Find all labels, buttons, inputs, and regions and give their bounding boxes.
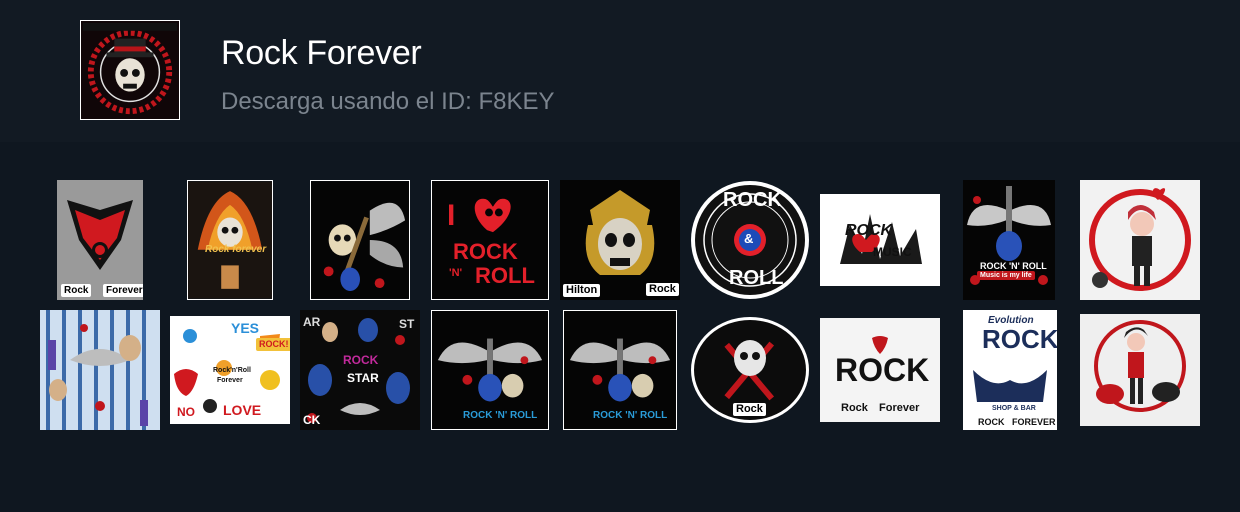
- sticker-label: Rock forever: [205, 244, 267, 255]
- sticker-rock-n-roll-wings-2[interactable]: ROCK 'N' ROLL: [563, 310, 677, 430]
- skull-pattern-icon: [40, 310, 160, 430]
- pack-title: Rock Forever: [221, 34, 422, 72]
- sticker-label: NO: [177, 405, 195, 419]
- sticker-label: Rock: [646, 283, 679, 296]
- sticker-label: 'N': [449, 267, 463, 279]
- pack-download-id: Descarga usando el ID: F8KEY: [221, 88, 555, 115]
- sticker-label: FOREVER: [1012, 417, 1056, 427]
- sticker-viking-skull[interactable]: Hilton Rock: [560, 180, 680, 300]
- sticker-rock-and-roll-record[interactable]: ROCK & ROLL: [690, 180, 810, 300]
- sticker-label: AR: [303, 315, 321, 329]
- sticker-label: ROLL: [729, 267, 784, 289]
- sticker-rock-music[interactable]: ROCK MUSIC: [820, 194, 940, 286]
- sticker-label: Hilton: [563, 284, 601, 297]
- sticker-label: I: [447, 199, 456, 232]
- rock-hand-icon: [820, 194, 940, 286]
- skull-guitar-wings-icon: [311, 181, 409, 299]
- sticker-label: Forever: [217, 377, 243, 384]
- sticker-label: ROCK: [982, 324, 1057, 354]
- sticker-label: CK: [303, 413, 321, 427]
- sticker-label: Rock: [733, 403, 766, 416]
- skull-top-hat-icon: [81, 21, 179, 119]
- sticker-drummer-girl[interactable]: [1080, 314, 1200, 426]
- sticker-label: Music is my life: [977, 271, 1035, 280]
- sticker-pattern-skulls[interactable]: [40, 310, 160, 430]
- sticker-label: ROCK: [453, 239, 518, 264]
- sticker-label: ROCK 'N' ROLL: [463, 410, 538, 421]
- sticker-rocker-girl[interactable]: [1080, 180, 1200, 300]
- sticker-label: MUSIC: [873, 245, 912, 259]
- sticker-grid: Rock Forever Rock forever I ROCK 'N' ROL…: [0, 142, 1240, 512]
- sticker-label: ROCK: [343, 353, 379, 367]
- sticker-label: &: [744, 231, 754, 246]
- sticker-rock-forever-pick[interactable]: ROCK Rock Forever: [820, 318, 940, 422]
- sticker-label: ROCK: [978, 417, 1005, 427]
- sticker-label: YES: [231, 320, 260, 336]
- sticker-label: Rock: [61, 284, 92, 297]
- sticker-label: ROCK: [723, 189, 782, 211]
- sticker-doodle-collage[interactable]: YES ROCK! Rock'n'Roll Forever NO LOVE: [170, 316, 290, 424]
- rocker-girl-icon: [1080, 180, 1200, 300]
- sticker-label: ST: [399, 317, 415, 331]
- sticker-i-love-rock-n-roll[interactable]: I ROCK 'N' ROLL: [431, 180, 549, 300]
- sticker-label: ROCK: [835, 352, 930, 388]
- sticker-label: Forever: [103, 284, 143, 297]
- sticker-label: ROCK: [845, 222, 893, 239]
- sticker-winged-emblem[interactable]: Rock Forever: [57, 180, 143, 300]
- sticker-rock-forever-skull[interactable]: Rock forever: [187, 180, 273, 300]
- sticker-rock-n-roll-wings[interactable]: ROCK 'N' ROLL: [431, 310, 549, 430]
- drummer-girl-icon: [1080, 314, 1200, 426]
- sticker-label: STAR: [347, 371, 379, 385]
- sticker-label: ROLL: [475, 263, 535, 288]
- sticker-evolution-rock[interactable]: Evolution ROCK SHOP & BAR ROCK FOREVER: [963, 310, 1057, 430]
- sticker-rock-star-pattern[interactable]: ROCK STAR AR ST CK: [300, 310, 420, 430]
- winged-guitar-icon: [963, 180, 1055, 300]
- viking-skull-icon: [560, 180, 680, 300]
- flaming-skull-icon: [188, 181, 272, 299]
- sticker-skull-crossed-guitars[interactable]: Rock: [690, 316, 810, 424]
- sticker-winged-guitar[interactable]: ROCK 'N' ROLL Music is my life: [963, 180, 1055, 300]
- pack-icon[interactable]: [80, 20, 180, 120]
- sticker-label: SHOP & BAR: [992, 405, 1036, 412]
- sticker-skull-guitar-wings[interactable]: [310, 180, 410, 300]
- sticker-label: ROCK 'N' ROLL: [593, 410, 668, 421]
- sticker-label: ROCK!: [256, 338, 290, 351]
- pack-header: Rock Forever Descarga usando el ID: F8KE…: [0, 0, 1240, 142]
- sticker-label: Forever: [879, 402, 920, 414]
- winged-emblem-icon: [57, 180, 143, 300]
- sticker-label: Rock: [841, 402, 868, 414]
- sticker-label: LOVE: [223, 402, 262, 418]
